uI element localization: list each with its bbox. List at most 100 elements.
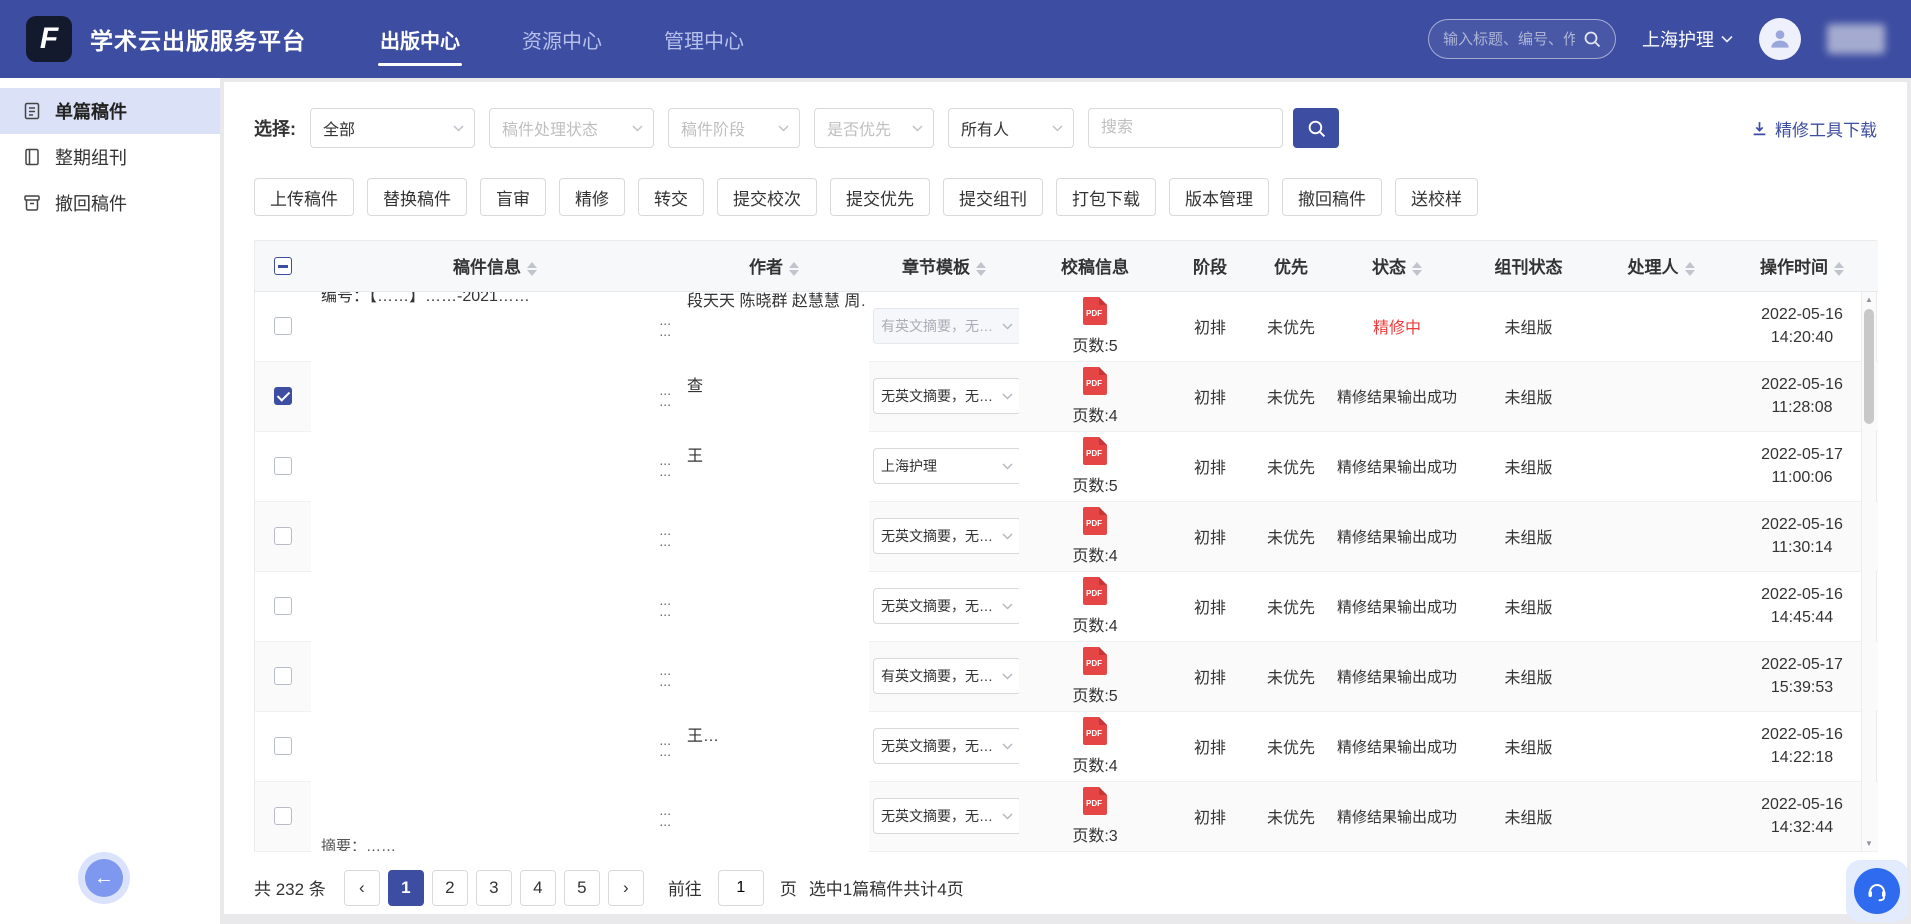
col-priority: 优先 bbox=[1249, 241, 1333, 291]
transfer-button[interactable]: 转交 bbox=[638, 178, 704, 216]
template-cell: 有英文摘要，无编... bbox=[869, 291, 1019, 361]
scrollbar-thumb[interactable] bbox=[1864, 309, 1874, 424]
row-checkbox[interactable] bbox=[274, 387, 292, 405]
customer-service-button[interactable] bbox=[1846, 860, 1908, 922]
pdf-file-icon[interactable]: PDF bbox=[1083, 507, 1107, 540]
col-status[interactable]: 状态 bbox=[1333, 241, 1461, 291]
goto-page-input[interactable] bbox=[718, 870, 764, 906]
page-button-4[interactable]: 4 bbox=[520, 870, 556, 906]
filter-select-process-status[interactable]: 稿件处理状态 bbox=[489, 108, 654, 148]
row-checkbox[interactable] bbox=[274, 667, 292, 685]
send-proof-button[interactable]: 送校样 bbox=[1395, 178, 1478, 216]
sort-icon[interactable] bbox=[789, 262, 799, 276]
chapter-template-select[interactable]: 无英文摘要，无编... bbox=[873, 588, 1019, 624]
table-scrollbar[interactable]: ▲ ▼ bbox=[1861, 292, 1876, 851]
next-page-button[interactable]: › bbox=[608, 870, 644, 906]
chapter-template-select[interactable]: 有英文摘要，无编... bbox=[873, 658, 1019, 694]
replace-manuscript-button[interactable]: 替换稿件 bbox=[367, 178, 467, 216]
chapter-template-select[interactable]: 无英文摘要，无编... bbox=[873, 728, 1019, 764]
search-button[interactable] bbox=[1293, 108, 1339, 148]
operation-time: 15:39:53 bbox=[1730, 676, 1874, 699]
pdf-file-icon[interactable]: PDF bbox=[1083, 437, 1107, 470]
stage-cell: 初排 bbox=[1171, 501, 1249, 571]
col-template[interactable]: 章节模板 bbox=[869, 241, 1019, 291]
prev-page-button[interactable]: ‹ bbox=[344, 870, 380, 906]
global-search-box[interactable] bbox=[1428, 19, 1616, 59]
download-icon bbox=[1751, 120, 1768, 137]
page-button-1[interactable]: 1 bbox=[388, 870, 424, 906]
priority-cell: 未优先 bbox=[1249, 571, 1333, 641]
row-checkbox[interactable] bbox=[274, 807, 292, 825]
journal-status-cell: 未组版 bbox=[1461, 361, 1596, 431]
scroll-down-icon[interactable]: ▼ bbox=[1862, 836, 1876, 851]
nav-tab-publish-center[interactable]: 出版中心 bbox=[378, 17, 462, 62]
author-partial-text: 王… bbox=[687, 722, 865, 746]
col-info[interactable]: 稿件信息 bbox=[311, 241, 679, 291]
refine-tool-download-link[interactable]: 精修工具下载 bbox=[1751, 116, 1877, 141]
search-icon[interactable] bbox=[1583, 30, 1601, 48]
scroll-up-icon[interactable]: ▲ bbox=[1862, 292, 1876, 307]
pdf-file-icon[interactable]: PDF bbox=[1083, 297, 1107, 330]
row-checkbox[interactable] bbox=[274, 457, 292, 475]
sort-icon[interactable] bbox=[527, 262, 537, 276]
org-dropdown[interactable]: 上海护理 bbox=[1642, 26, 1733, 52]
blind-review-button[interactable]: 盲审 bbox=[480, 178, 546, 216]
status-text: 精修结果输出成功 bbox=[1337, 459, 1457, 476]
sort-icon[interactable] bbox=[1412, 262, 1422, 276]
sidebar-item-recall[interactable]: 撤回稿件 bbox=[0, 180, 220, 226]
filter-select-owner[interactable]: 所有人 bbox=[948, 108, 1074, 148]
pdf-file-icon[interactable]: PDF bbox=[1083, 647, 1107, 680]
nav-tab-manage-center[interactable]: 管理中心 bbox=[662, 17, 746, 62]
submit-priority-button[interactable]: 提交优先 bbox=[830, 178, 930, 216]
filter-select-stage[interactable]: 稿件阶段 bbox=[668, 108, 800, 148]
proof-info-cell: PDF页数:4 bbox=[1019, 711, 1171, 781]
status-text: 精修结果输出成功 bbox=[1337, 669, 1457, 686]
sort-icon[interactable] bbox=[1834, 262, 1844, 276]
org-label: 上海护理 bbox=[1642, 26, 1714, 52]
version-manage-button[interactable]: 版本管理 bbox=[1169, 178, 1269, 216]
nav-tab-resource-center[interactable]: 资源中心 bbox=[520, 17, 604, 62]
handler-cell bbox=[1596, 711, 1726, 781]
pdf-file-icon[interactable]: PDF bbox=[1083, 717, 1107, 750]
submit-issue-button[interactable]: 提交组刊 bbox=[943, 178, 1043, 216]
col-time[interactable]: 操作时间 bbox=[1726, 241, 1878, 291]
page-button-5[interactable]: 5 bbox=[564, 870, 600, 906]
col-info-label: 稿件信息 bbox=[453, 258, 521, 277]
chapter-template-select[interactable]: 上海护理 bbox=[873, 448, 1019, 484]
package-download-button[interactable]: 打包下载 bbox=[1056, 178, 1156, 216]
filter-select-scope[interactable]: 全部 bbox=[310, 108, 475, 148]
page-button-2[interactable]: 2 bbox=[432, 870, 468, 906]
sidebar-item-whole-issue[interactable]: 整期组刊 bbox=[0, 134, 220, 180]
refine-button[interactable]: 精修 bbox=[559, 178, 625, 216]
handler-cell bbox=[1596, 571, 1726, 641]
filter-select-process-status-value: 稿件处理状态 bbox=[502, 116, 598, 140]
chapter-template-select[interactable]: 无英文摘要，无编... bbox=[873, 378, 1019, 414]
col-author[interactable]: 作者 bbox=[679, 241, 869, 291]
col-handler[interactable]: 处理人 bbox=[1596, 241, 1726, 291]
upload-manuscript-button[interactable]: 上传稿件 bbox=[254, 178, 354, 216]
recall-manuscript-button[interactable]: 撤回稿件 bbox=[1282, 178, 1382, 216]
sort-icon[interactable] bbox=[976, 262, 986, 276]
goto-label: 前往 bbox=[668, 875, 702, 900]
pdf-file-icon[interactable]: PDF bbox=[1083, 787, 1107, 820]
row-checkbox[interactable] bbox=[274, 597, 292, 615]
row-checkbox[interactable] bbox=[274, 317, 292, 335]
row-checkbox[interactable] bbox=[274, 527, 292, 545]
sort-icon[interactable] bbox=[1685, 262, 1695, 276]
chapter-template-select[interactable]: 无英文摘要，无编... bbox=[873, 798, 1019, 834]
select-all-checkbox[interactable] bbox=[274, 257, 292, 275]
global-search-input[interactable] bbox=[1443, 31, 1575, 48]
back-button[interactable]: ← bbox=[85, 859, 123, 897]
sidebar-item-single-manuscript[interactable]: 单篇稿件 bbox=[0, 88, 220, 134]
submit-proof-round-button[interactable]: 提交校次 bbox=[717, 178, 817, 216]
pdf-file-icon[interactable]: PDF bbox=[1083, 367, 1107, 400]
row-checkbox[interactable] bbox=[274, 737, 292, 755]
truncation-ellipsis: ... ... bbox=[659, 385, 671, 407]
filter-select-priority[interactable]: 是否优先 bbox=[814, 108, 934, 148]
keyword-search-input[interactable] bbox=[1088, 108, 1283, 148]
pdf-file-icon[interactable]: PDF bbox=[1083, 577, 1107, 610]
user-avatar[interactable] bbox=[1759, 18, 1801, 60]
page-button-3[interactable]: 3 bbox=[476, 870, 512, 906]
chapter-template-select[interactable]: 有英文摘要，无编... bbox=[873, 308, 1019, 344]
chapter-template-select[interactable]: 无英文摘要，无编... bbox=[873, 518, 1019, 554]
